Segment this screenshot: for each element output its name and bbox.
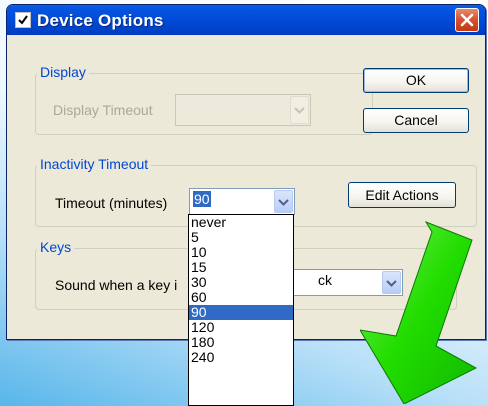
display-timeout-label: Display Timeout xyxy=(53,102,153,118)
timeout-option[interactable]: 240 xyxy=(189,350,293,365)
sound-keypress-value: ck xyxy=(318,272,332,288)
timeout-option[interactable]: never xyxy=(189,215,293,230)
keys-legend: Keys xyxy=(37,239,75,255)
close-button[interactable] xyxy=(455,8,479,32)
window-title: Device Options xyxy=(37,11,164,30)
inactivity-timeout-label: Timeout (minutes) xyxy=(55,195,168,211)
timeout-option[interactable]: 120 xyxy=(189,320,293,335)
title-bar[interactable]: Device Options xyxy=(7,5,485,35)
timeout-option[interactable]: 60 xyxy=(189,290,293,305)
display-timeout-dropdown-button[interactable] xyxy=(290,96,309,124)
display-timeout-combo[interactable] xyxy=(175,94,311,126)
checkbox-icon xyxy=(15,12,31,28)
timeout-option[interactable]: 90 xyxy=(189,305,293,320)
inactivity-timeout-dropdown-list[interactable]: never 5 10 15 30 60 90 120 180 240 xyxy=(188,214,294,406)
green-down-arrow-icon xyxy=(360,221,478,404)
close-icon xyxy=(460,13,474,27)
inactivity-timeout-dropdown-button[interactable] xyxy=(274,190,293,213)
timeout-option[interactable]: 180 xyxy=(189,335,293,350)
ok-button[interactable]: OK xyxy=(363,68,469,93)
cancel-button[interactable]: Cancel xyxy=(363,108,469,133)
display-legend: Display xyxy=(37,64,89,80)
chevron-down-icon xyxy=(294,107,305,114)
edit-actions-button[interactable]: Edit Actions xyxy=(348,182,456,208)
inactivity-timeout-value: 90 xyxy=(193,191,211,207)
inactivity-timeout-combo[interactable]: 90 xyxy=(189,188,295,215)
sound-keypress-label: Sound when a key i xyxy=(55,277,178,293)
inactivity-timeout-legend: Inactivity Timeout xyxy=(37,156,152,172)
chevron-down-icon xyxy=(278,199,289,206)
timeout-option[interactable]: 10 xyxy=(189,245,293,260)
timeout-option[interactable]: 30 xyxy=(189,275,293,290)
timeout-option[interactable]: 15 xyxy=(189,260,293,275)
timeout-option[interactable]: 5 xyxy=(189,230,293,245)
